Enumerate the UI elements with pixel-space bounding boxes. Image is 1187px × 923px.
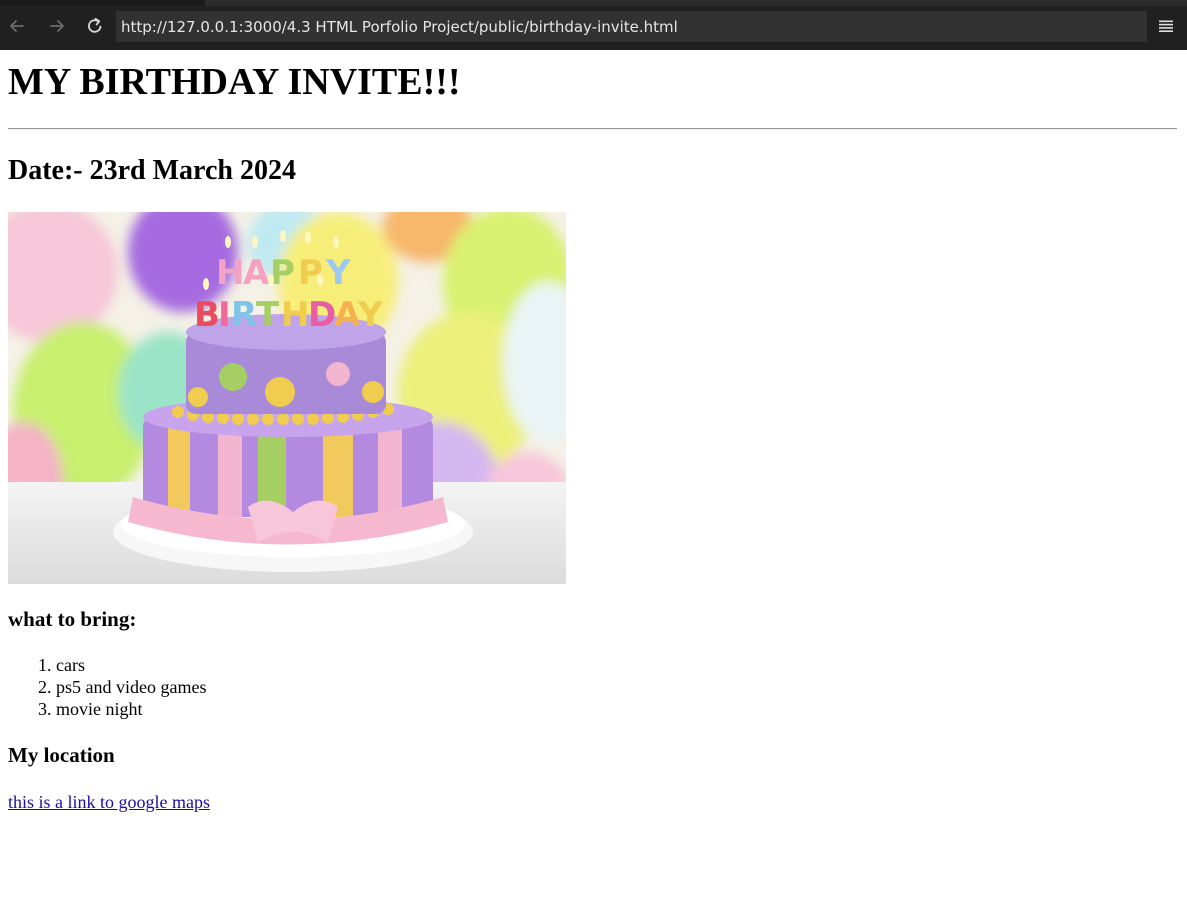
browser-menu-button[interactable] [1152, 12, 1180, 40]
svg-text:D: D [308, 295, 336, 335]
svg-text:H: H [216, 253, 244, 293]
arrow-right-icon [50, 20, 64, 32]
svg-text:Y: Y [357, 295, 383, 335]
date-heading: Date:- 23rd March 2024 [8, 155, 296, 186]
what-to-bring-heading: what to bring: [8, 607, 137, 631]
svg-text:I: I [218, 295, 231, 335]
list-item: movie night [56, 698, 206, 720]
svg-text:T: T [256, 295, 280, 335]
svg-text:R: R [231, 295, 257, 335]
reload-button[interactable] [81, 12, 109, 40]
birthday-cake-illustration: H A P P Y B I R T H D A Y [8, 212, 566, 584]
tab-strip [0, 0, 1187, 6]
svg-text:H: H [281, 295, 309, 335]
arrow-left-icon [10, 20, 24, 32]
page-title: MY BIRTHDAY INVITE!!! [8, 61, 461, 103]
back-button[interactable] [3, 12, 31, 40]
reload-icon [88, 17, 102, 33]
divider [8, 128, 1177, 130]
page-content: MY BIRTHDAY INVITE!!! Date:- 23rd March … [0, 50, 1187, 923]
hamburger-menu-icon [1159, 20, 1173, 32]
svg-text:A: A [243, 253, 270, 293]
svg-text:P: P [270, 253, 295, 293]
list-item: ps5 and video games [56, 676, 206, 698]
tab-strip-edge [205, 0, 1187, 6]
svg-text:P: P [298, 253, 323, 293]
list-item: cars [56, 654, 206, 676]
svg-text:Y: Y [325, 253, 351, 293]
forward-button[interactable] [43, 12, 71, 40]
bring-list: cars ps5 and video games movie night [8, 654, 206, 720]
location-heading: My location [8, 743, 115, 767]
address-bar-url: http://127.0.0.1:3000/4.3 HTML Porfolio … [121, 17, 678, 36]
svg-text:A: A [334, 295, 361, 335]
svg-text:B: B [194, 295, 220, 335]
browser-toolbar: http://127.0.0.1:3000/4.3 HTML Porfolio … [0, 0, 1187, 50]
address-bar[interactable]: http://127.0.0.1:3000/4.3 HTML Porfolio … [116, 11, 1147, 42]
google-maps-link[interactable]: this is a link to google maps [8, 791, 210, 813]
birthday-cake-image: H A P P Y B I R T H D A Y [8, 212, 566, 584]
